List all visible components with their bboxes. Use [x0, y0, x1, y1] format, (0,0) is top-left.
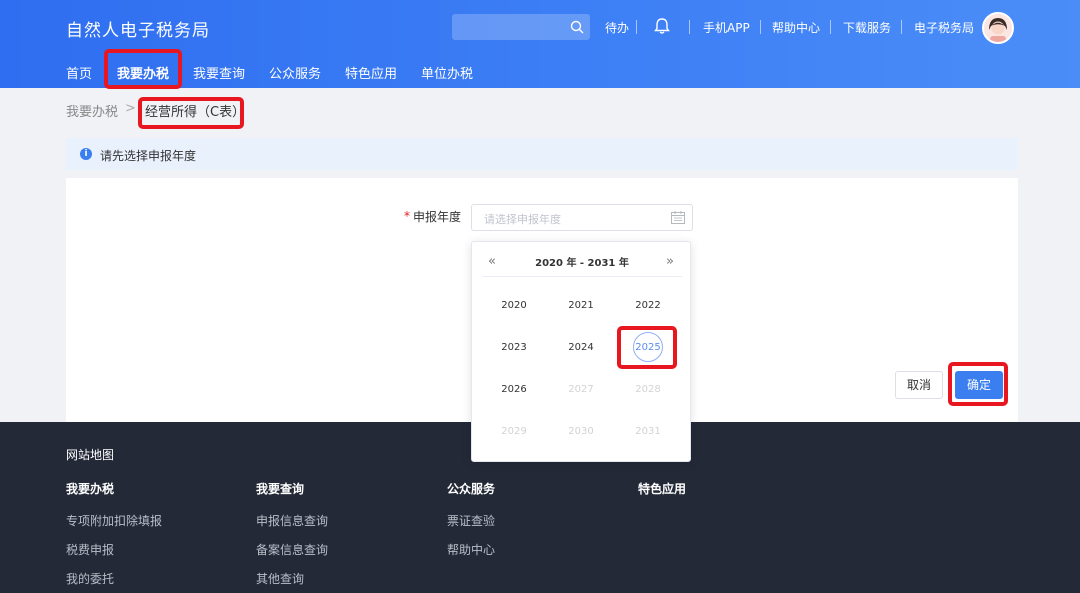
footer-link[interactable]: 备案信息查询: [256, 541, 328, 570]
footer-column-title: 特色应用: [638, 482, 687, 496]
sitemap-title: 网站地图: [66, 448, 115, 462]
footer-link[interactable]: 申报信息查询: [256, 512, 328, 541]
highlight-breadcrumb-current: [138, 97, 244, 129]
footer-column-title: 我要办税: [66, 482, 115, 496]
footer-link[interactable]: 我的委托: [66, 570, 162, 593]
divider: [830, 20, 831, 34]
divider: [482, 276, 682, 277]
nav-company-tax[interactable]: 单位办税: [421, 63, 473, 82]
year-cell[interactable]: 2024: [557, 342, 605, 353]
search-icon[interactable]: [569, 19, 585, 35]
year-cell[interactable]: 2026: [490, 384, 538, 395]
e-tax-bureau-link[interactable]: 电子税务局: [914, 19, 974, 36]
year-cell-disabled: 2029: [501, 426, 527, 437]
highlight-nav-do-tax: [104, 49, 182, 89]
highlight-confirm-button: [948, 362, 1008, 406]
download-link[interactable]: 下载服务: [843, 19, 891, 36]
footer-column: 特色应用: [638, 480, 686, 512]
help-center-link[interactable]: 帮助中心: [772, 19, 820, 36]
year-cell-disabled: 2030: [568, 426, 594, 437]
footer-column-title: 我要查询: [256, 482, 305, 496]
nav-query[interactable]: 我要查询: [193, 63, 245, 82]
nav-featured-apps[interactable]: 特色应用: [345, 63, 397, 82]
mobile-app-link[interactable]: 手机APP: [703, 19, 750, 36]
footer-column: 我要查询 申报信息查询 备案信息查询 其他查询: [256, 480, 328, 593]
footer-link[interactable]: 其他查询: [256, 570, 328, 593]
year-range-label: 2020 年 - 2031 年: [535, 258, 629, 269]
year-label: 申报年度: [413, 210, 462, 224]
notice-bar: i 请先选择申报年度: [66, 138, 1018, 170]
year-cell-disabled: 2028: [635, 384, 661, 395]
footer-column-title: 公众服务: [447, 482, 496, 496]
year-cell-disabled: 2031: [635, 426, 661, 437]
divider: [760, 20, 761, 34]
bell-icon[interactable]: [652, 16, 672, 36]
footer-link[interactable]: 专项附加扣除填报: [66, 512, 162, 541]
footer-link[interactable]: 税费申报: [66, 541, 162, 570]
year-cell[interactable]: 2023: [490, 342, 538, 353]
divider: [689, 20, 690, 34]
next-range-icon[interactable]: »: [666, 254, 674, 269]
app-title: 自然人电子税务局: [66, 21, 210, 41]
year-input-placeholder: 请选择申报年度: [484, 213, 561, 226]
footer-link[interactable]: 票证查验: [447, 512, 495, 541]
avatar[interactable]: [982, 12, 1014, 44]
info-icon: i: [80, 148, 92, 160]
calendar-icon[interactable]: [671, 211, 685, 224]
highlight-year-2025: [617, 326, 677, 369]
footer-link[interactable]: 帮助中心: [447, 541, 495, 570]
year-cell[interactable]: 2020: [490, 300, 538, 311]
breadcrumb-home[interactable]: 我要办税: [66, 101, 118, 120]
year-cell[interactable]: 2022: [624, 300, 672, 311]
user-avatar-icon: [984, 14, 1012, 42]
cancel-button[interactable]: 取消: [895, 371, 943, 399]
required-mark: *: [404, 209, 410, 223]
year-cell[interactable]: 2021: [557, 300, 605, 311]
chevron-right-icon: >: [125, 101, 136, 116]
todo-link[interactable]: 待办: [605, 19, 629, 36]
notice-text: 请先选择申报年度: [100, 149, 197, 163]
year-cell-disabled: 2027: [568, 384, 594, 395]
nav-home[interactable]: 首页: [66, 63, 92, 82]
year-select-input[interactable]: 请选择申报年度: [471, 204, 693, 231]
divider: [636, 20, 637, 34]
search-input[interactable]: [452, 14, 590, 40]
divider: [901, 20, 902, 34]
nav-public-service[interactable]: 公众服务: [269, 63, 321, 82]
footer-column: 公众服务 票证查验 帮助中心: [447, 480, 495, 570]
footer-column: 我要办税 专项附加扣除填报 税费申报 我的委托: [66, 480, 162, 593]
